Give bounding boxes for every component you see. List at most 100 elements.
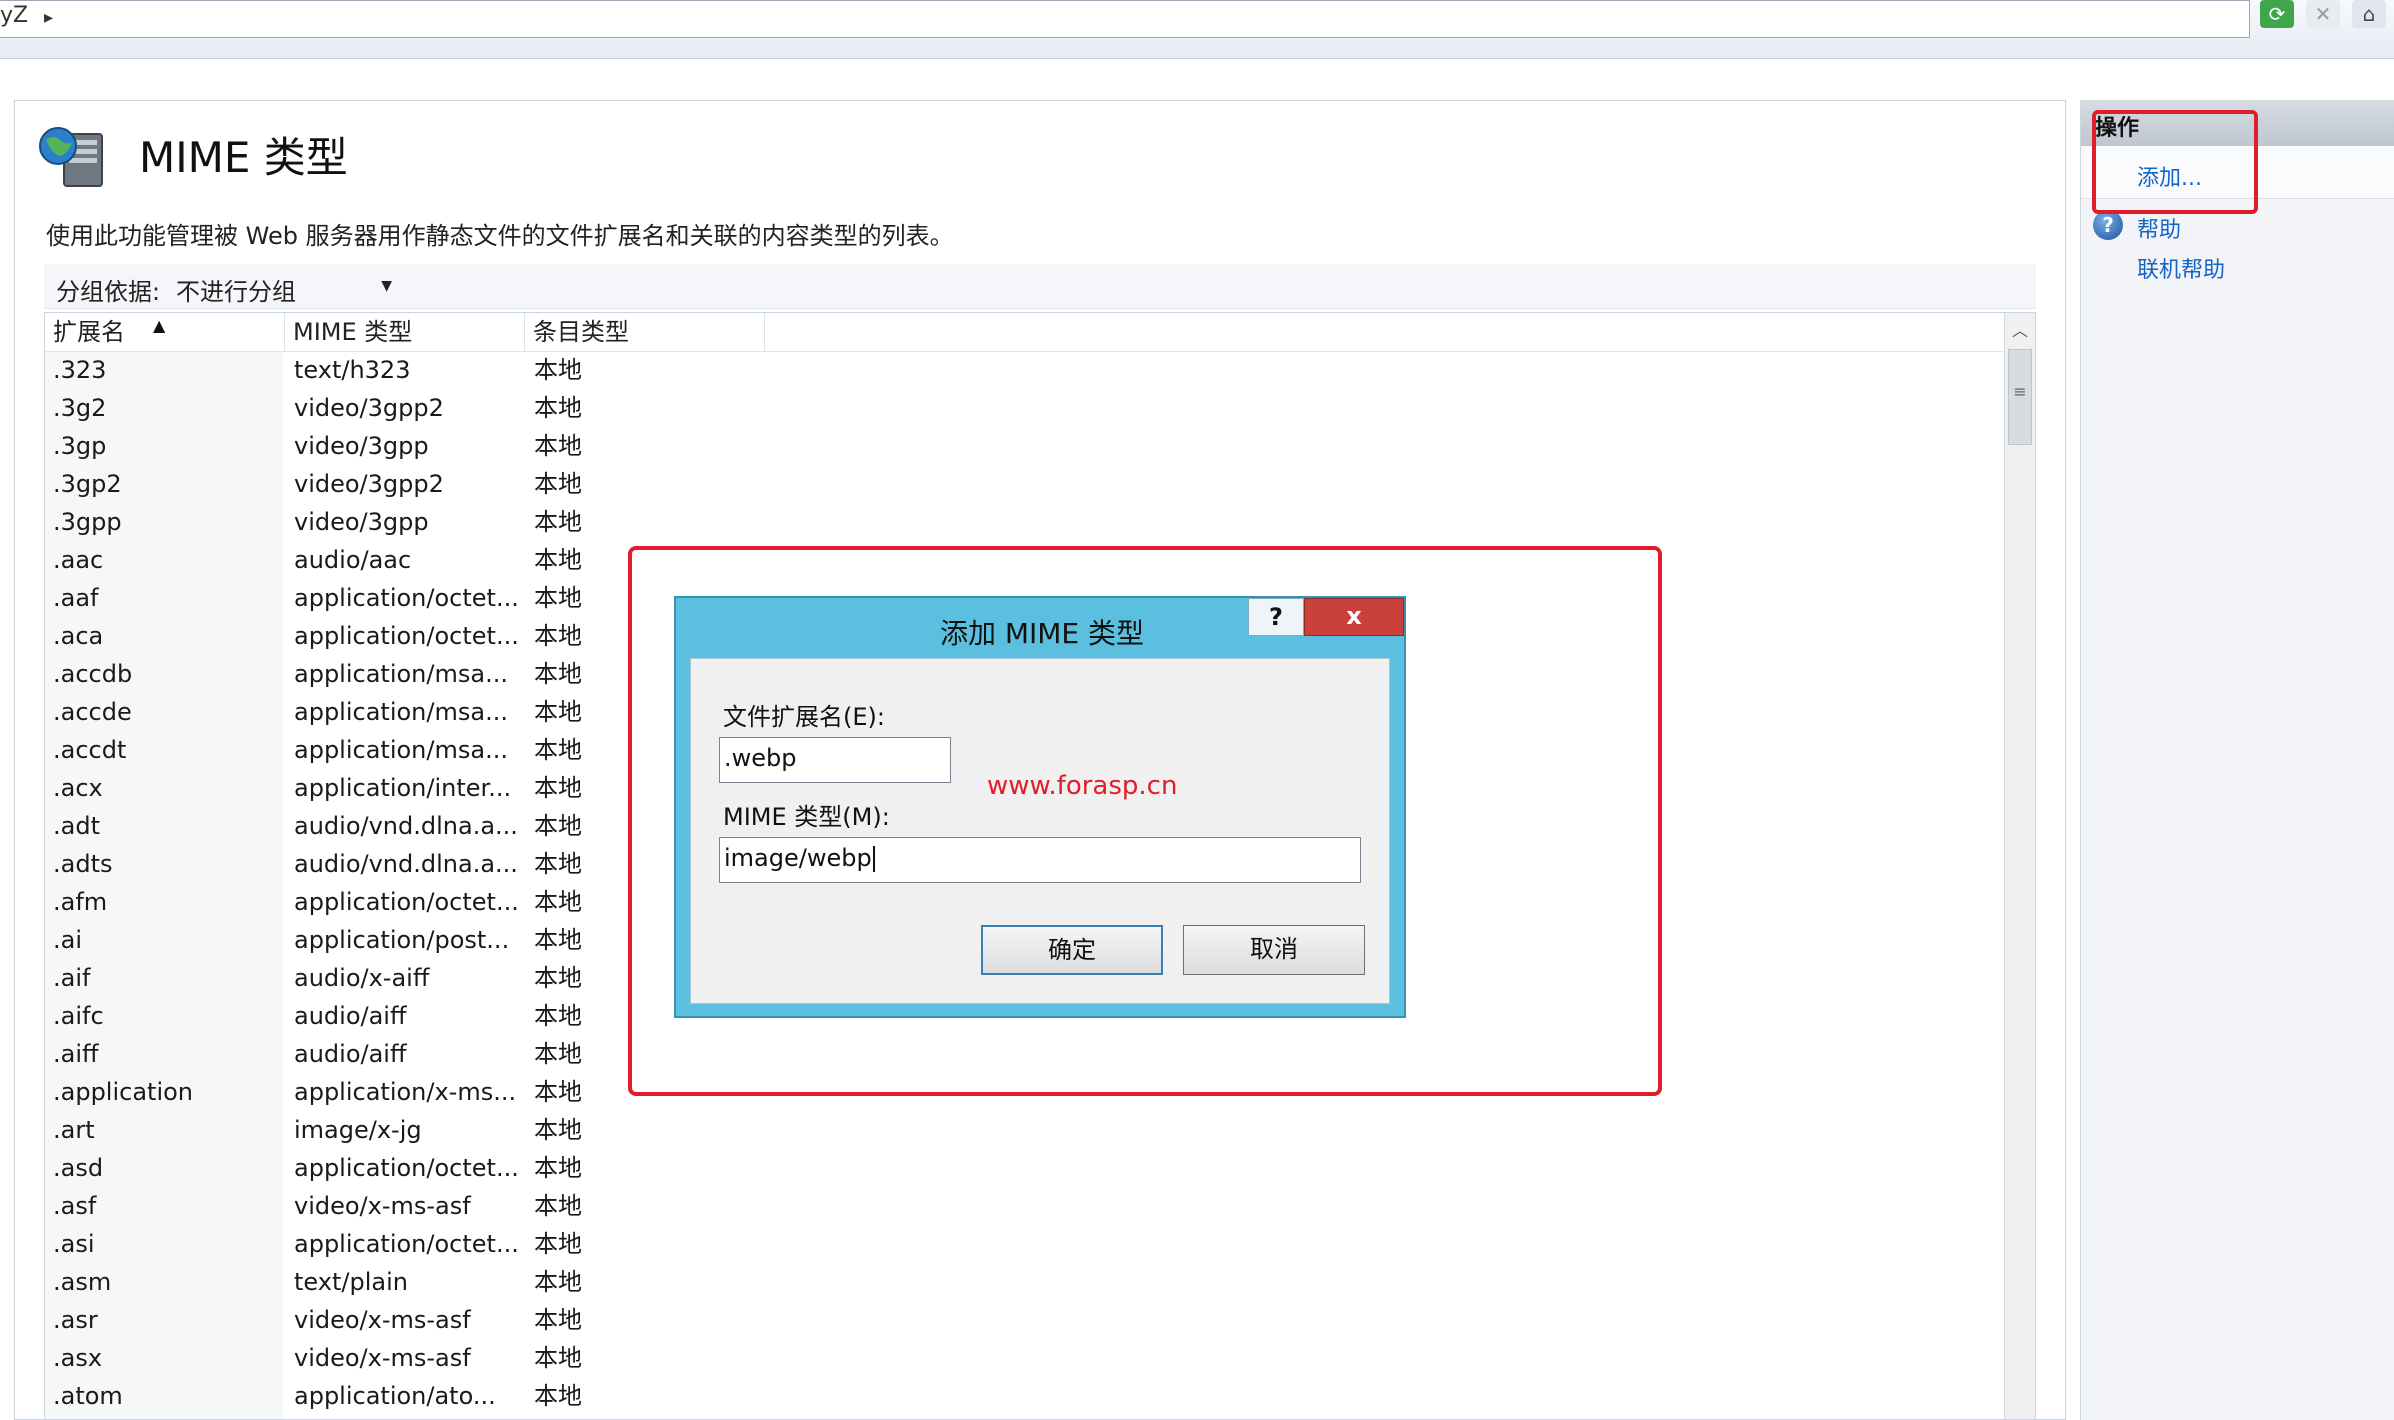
cell-entry-type: 本地 — [534, 736, 582, 764]
mime-type-input[interactable]: image/webp — [719, 837, 1361, 883]
cell-extension: .accde — [53, 698, 132, 726]
table-row[interactable]: .asr video/x-ms-asf 本地 — [45, 1301, 2007, 1339]
column-header-entry-type[interactable]: 条目类型 — [525, 313, 765, 351]
cell-extension: .aac — [53, 546, 104, 574]
cell-mime-type: application/msa... — [294, 660, 508, 688]
cell-extension: .asx — [53, 1344, 103, 1372]
cell-mime-type: audio/x-aiff — [294, 964, 430, 992]
cell-mime-type: video/x-ms-asf — [294, 1192, 471, 1220]
extension-label: 文件扩展名(E): — [723, 703, 885, 731]
scroll-up-icon[interactable]: ︿ — [2005, 317, 2035, 345]
column-header-extension[interactable]: 扩展名 ▲ — [45, 313, 285, 351]
cell-entry-type: 本地 — [534, 394, 582, 422]
cell-entry-type: 本地 — [534, 1306, 582, 1334]
scrollbar-thumb[interactable]: ≡ — [2008, 349, 2032, 445]
cell-mime-type: application/inter... — [294, 774, 512, 802]
cell-extension: .ai — [53, 926, 83, 954]
extension-input[interactable]: .webp — [719, 737, 951, 783]
stop-icon[interactable]: ✕ — [2306, 0, 2340, 28]
cell-extension: .asr — [53, 1306, 98, 1334]
cell-mime-type: application/ato... — [294, 1382, 496, 1410]
cell-entry-type: 本地 — [534, 964, 582, 992]
cell-mime-type: application/octet... — [294, 622, 519, 650]
cell-extension: .aiff — [53, 1040, 99, 1068]
cell-mime-type: audio/aiff — [294, 1040, 407, 1068]
mime-type-label: MIME 类型(M): — [723, 803, 890, 831]
page-description: 使用此功能管理被 Web 服务器用作静态文件的文件扩展名和关联的内容类型的列表。 — [46, 222, 954, 250]
cell-mime-type: application/octet... — [294, 1230, 519, 1258]
online-help-link[interactable]: 联机帮助 — [2137, 252, 2225, 284]
cell-mime-type: application/octet... — [294, 888, 519, 916]
cell-mime-type: audio/vnd.dlna.a... — [294, 850, 518, 878]
table-row[interactable]: .3gp2 video/3gpp2 本地 — [45, 465, 2007, 503]
group-by-value: 不进行分组 — [176, 278, 296, 306]
cell-mime-type: video/x-ms-asf — [294, 1306, 471, 1334]
cell-entry-type: 本地 — [534, 622, 582, 650]
address-text: yZ — [0, 3, 29, 28]
cell-extension: .asi — [53, 1230, 95, 1258]
table-row[interactable]: .art image/x-jg 本地 — [45, 1111, 2007, 1149]
table-row[interactable]: .atom application/ato... 本地 — [45, 1377, 2007, 1415]
dialog-body: 文件扩展名(E): .webp MIME 类型(M): www.forasp.c… — [690, 658, 1390, 1004]
cell-mime-type: application/post... — [294, 926, 510, 954]
cell-extension: .3g2 — [53, 394, 107, 422]
table-row[interactable]: .3gpp video/3gpp 本地 — [45, 503, 2007, 541]
text-caret — [872, 846, 875, 872]
cell-entry-type: 本地 — [534, 1230, 582, 1258]
help-link[interactable]: 帮助 — [2137, 212, 2181, 244]
cell-extension: .asf — [53, 1192, 97, 1220]
cell-entry-type: 本地 — [534, 546, 582, 574]
table-row[interactable]: .323 text/h323 本地 — [45, 351, 2007, 389]
cell-extension: .3gp — [53, 432, 107, 460]
table-row[interactable]: .asm text/plain 本地 — [45, 1263, 2007, 1301]
cell-extension: .accdt — [53, 736, 127, 764]
scrollbar-grip-icon: ≡ — [2013, 382, 2027, 401]
cell-mime-type: text/plain — [294, 1268, 408, 1296]
cell-mime-type: video/3gpp — [294, 432, 429, 460]
cell-mime-type: application/msa... — [294, 698, 508, 726]
cell-mime-type: text/h323 — [294, 356, 411, 384]
cell-entry-type: 本地 — [534, 1040, 582, 1068]
ok-button[interactable]: 确定 — [981, 925, 1163, 975]
refresh-icon[interactable]: ⟳ — [2260, 0, 2294, 28]
cell-extension: .3gpp — [53, 508, 122, 536]
table-row[interactable]: .asi application/octet... 本地 — [45, 1225, 2007, 1263]
cell-mime-type: video/3gpp2 — [294, 394, 444, 422]
cell-extension: .aifc — [53, 1002, 104, 1030]
cell-mime-type: video/3gpp — [294, 508, 429, 536]
close-icon[interactable]: x — [1304, 598, 1404, 636]
vertical-scrollbar[interactable]: ︿ ≡ — [2004, 313, 2035, 1419]
table-row[interactable]: .asf video/x-ms-asf 本地 — [45, 1187, 2007, 1225]
table-row[interactable]: .asx video/x-ms-asf 本地 — [45, 1339, 2007, 1377]
breadcrumb-arrow-icon[interactable]: ▸ — [44, 7, 53, 28]
cell-entry-type: 本地 — [534, 1154, 582, 1182]
cell-mime-type: audio/aiff — [294, 1002, 407, 1030]
cancel-button[interactable]: 取消 — [1183, 925, 1365, 975]
cell-entry-type: 本地 — [534, 1116, 582, 1144]
table-header: 扩展名 ▲ MIME 类型 条目类型 — [45, 313, 2007, 352]
table-row[interactable]: .3g2 video/3gpp2 本地 — [45, 389, 2007, 427]
cell-entry-type: 本地 — [534, 470, 582, 498]
help-icon: ? — [2093, 210, 2123, 240]
cell-extension: .asd — [53, 1154, 104, 1182]
column-header-mime-type[interactable]: MIME 类型 — [285, 313, 525, 351]
home-icon[interactable]: ⌂ — [2352, 0, 2386, 28]
group-by-select[interactable]: 不进行分组 ▼ — [176, 272, 394, 306]
table-row[interactable]: .3gp video/3gpp 本地 — [45, 427, 2007, 465]
help-question-icon[interactable]: ? — [1248, 598, 1304, 636]
cell-entry-type: 本地 — [534, 926, 582, 954]
cell-mime-type: application/octet... — [294, 584, 519, 612]
cell-entry-type: 本地 — [534, 1078, 582, 1106]
table-row[interactable]: .asd application/octet... 本地 — [45, 1149, 2007, 1187]
cell-extension: .aif — [53, 964, 91, 992]
cell-mime-type: audio/vnd.dlna.a... — [294, 812, 518, 840]
cell-extension: .acx — [53, 774, 103, 802]
mime-types-icon — [39, 127, 103, 187]
cell-entry-type: 本地 — [534, 812, 582, 840]
address-bar[interactable]: yZ ▸ — [0, 0, 2250, 38]
watermark-text: www.forasp.cn — [987, 771, 1178, 801]
cell-entry-type: 本地 — [534, 888, 582, 916]
cell-entry-type: 本地 — [534, 774, 582, 802]
cell-extension: .adts — [53, 850, 113, 878]
cell-extension: .323 — [53, 356, 107, 384]
